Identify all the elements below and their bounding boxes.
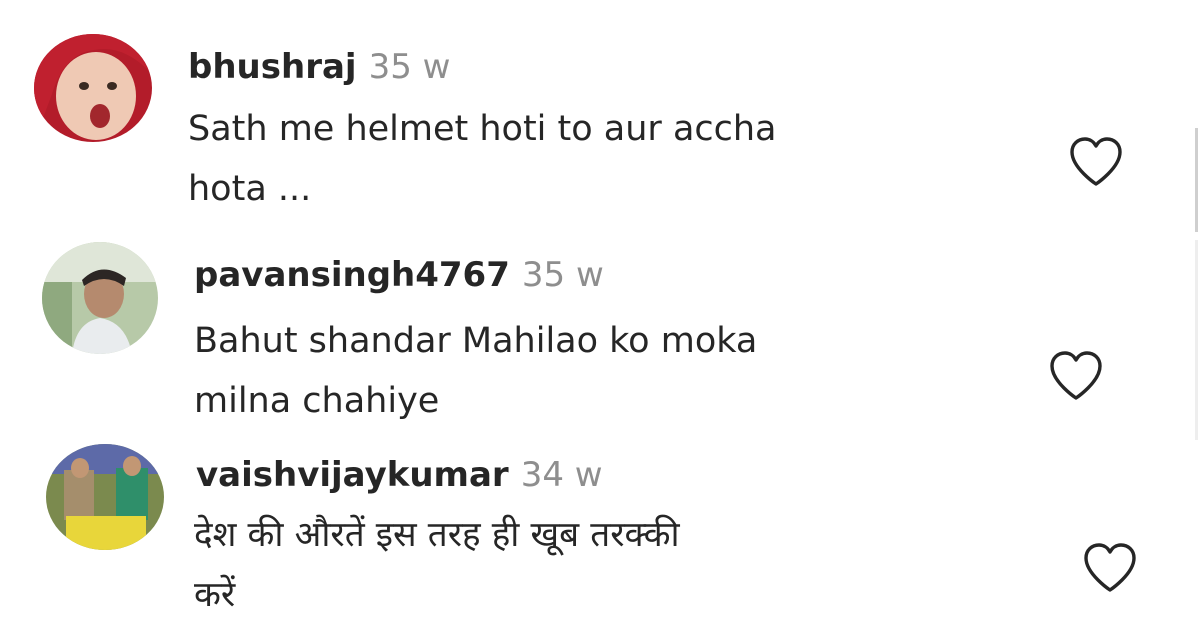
username[interactable]: vaishvijaykumar xyxy=(196,455,509,495)
timestamp[interactable]: 35 w xyxy=(369,47,451,87)
avatar[interactable] xyxy=(46,444,164,550)
scrollbar-edge xyxy=(1195,128,1198,232)
like-button[interactable] xyxy=(1046,348,1106,404)
like-button[interactable] xyxy=(1080,540,1140,596)
avatar[interactable] xyxy=(34,34,152,142)
comment-item: bhushraj 35 w Sath me helmet hoti to aur … xyxy=(0,0,1200,230)
comment-meta: vaishvijaykumar 34 w xyxy=(196,454,603,496)
scrollbar-edge xyxy=(1195,240,1198,440)
username[interactable]: bhushraj xyxy=(188,47,357,87)
heart-outline-icon xyxy=(1084,543,1136,592)
timestamp[interactable]: 35 w xyxy=(522,255,604,295)
comment-text-line: milna chahiye xyxy=(194,381,440,421)
comment-text-line: Bahut shandar Mahilao ko moka xyxy=(194,321,758,361)
heart-outline-icon xyxy=(1050,351,1102,400)
comment-item: vaishvijaykumar 34 w देश की औरतें इस तरह … xyxy=(0,440,1200,628)
avatar-image xyxy=(46,444,164,550)
avatar-image xyxy=(34,34,152,142)
timestamp[interactable]: 34 w xyxy=(521,455,603,495)
comment-item: pavansingh4767 35 w Bahut shandar Mahilao… xyxy=(0,230,1200,440)
comment-meta: bhushraj 35 w xyxy=(188,46,450,88)
like-button[interactable] xyxy=(1066,134,1126,190)
comment-text-line: देश की औरतें इस तरह ही खूब तरक्की xyxy=(194,515,680,555)
comment-text-line: Sath me helmet hoti to aur accha xyxy=(188,109,777,149)
avatar-image xyxy=(42,242,158,354)
comment-meta: pavansingh4767 35 w xyxy=(194,254,604,296)
username[interactable]: pavansingh4767 xyxy=(194,255,510,295)
avatar[interactable] xyxy=(42,242,158,354)
heart-outline-icon xyxy=(1070,137,1122,186)
comment-text-line: hota ... xyxy=(188,169,312,209)
comment-text-line: करें xyxy=(194,575,236,615)
